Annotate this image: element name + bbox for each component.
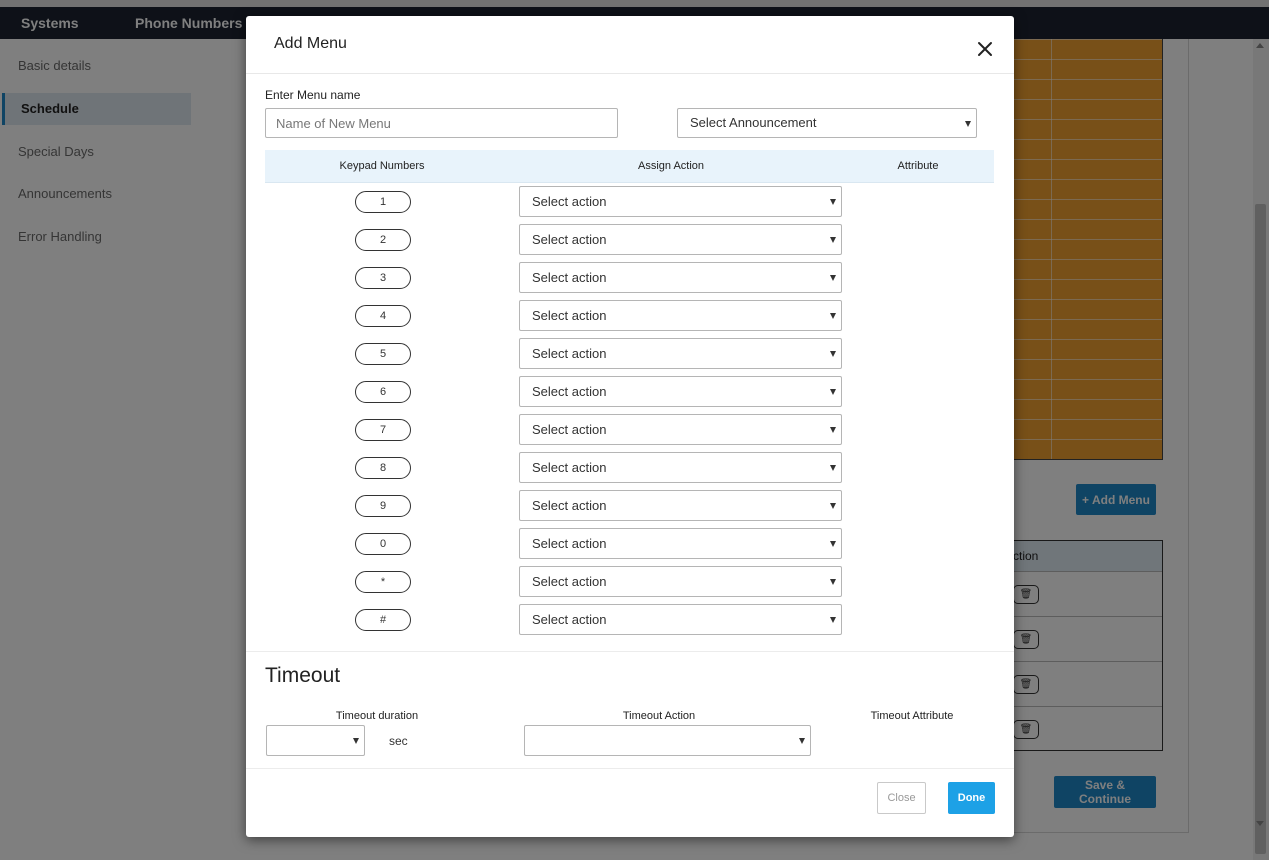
divider (246, 768, 1014, 769)
chevron-down-icon (830, 617, 836, 623)
action-select-value: Select action (532, 384, 607, 399)
modal-header: Add Menu (246, 16, 1014, 74)
menu-name-label: Enter Menu name (265, 88, 361, 102)
chevron-down-icon (830, 503, 836, 509)
header-attribute: Attribute (897, 160, 939, 172)
action-select[interactable]: Select action (519, 604, 842, 635)
timeout-title: Timeout (265, 664, 341, 687)
action-select-value: Select action (532, 498, 607, 513)
table-row: 8 Select action (246, 452, 1014, 490)
modal-title: Add Menu (274, 35, 347, 52)
table-row: 0 Select action (246, 528, 1014, 566)
keypad-key: 6 (355, 381, 411, 403)
chevron-down-icon (799, 738, 805, 744)
keypad-key: 5 (355, 343, 411, 365)
table-row: 1 Select action (246, 186, 1014, 224)
action-select-value: Select action (532, 574, 607, 589)
action-select[interactable]: Select action (519, 186, 842, 217)
keypad-table-header: Keypad Numbers Assign Action Attribute (265, 150, 994, 183)
chevron-down-icon (830, 275, 836, 281)
action-select[interactable]: Select action (519, 300, 842, 331)
action-select[interactable]: Select action (519, 414, 842, 445)
chevron-down-icon (830, 199, 836, 205)
chevron-down-icon (830, 541, 836, 547)
action-select-value: Select action (532, 612, 607, 627)
chevron-down-icon (830, 237, 836, 243)
action-select-value: Select action (532, 460, 607, 475)
timeout-unit-label: sec (389, 734, 408, 748)
action-select[interactable]: Select action (519, 376, 842, 407)
announcement-select[interactable]: Select Announcement (677, 108, 977, 138)
header-keypad-numbers: Keypad Numbers (339, 160, 425, 172)
action-select-value: Select action (532, 270, 607, 285)
action-select[interactable]: Select action (519, 490, 842, 521)
table-row: 4 Select action (246, 300, 1014, 338)
action-select[interactable]: Select action (519, 452, 842, 483)
timeout-duration-label: Timeout duration (335, 710, 419, 722)
table-row: # Select action (246, 604, 1014, 642)
keypad-key: 7 (355, 419, 411, 441)
add-menu-modal: Add Menu Enter Menu name Select Announce… (246, 16, 1014, 837)
menu-name-input[interactable] (265, 108, 618, 138)
action-select[interactable]: Select action (519, 528, 842, 559)
action-select[interactable]: Select action (519, 262, 842, 293)
header-assign-action: Assign Action (637, 160, 705, 172)
keypad-key: 8 (355, 457, 411, 479)
table-row: 2 Select action (246, 224, 1014, 262)
keypad-key: * (355, 571, 411, 593)
table-row: 6 Select action (246, 376, 1014, 414)
keypad-key: 4 (355, 305, 411, 327)
action-select-value: Select action (532, 194, 607, 209)
timeout-action-label: Timeout Action (622, 710, 696, 722)
chevron-down-icon (965, 121, 971, 127)
chevron-down-icon (830, 465, 836, 471)
action-select-value: Select action (532, 308, 607, 323)
chevron-down-icon (830, 351, 836, 357)
action-select-value: Select action (532, 232, 607, 247)
table-row: 9 Select action (246, 490, 1014, 528)
action-select-value: Select action (532, 536, 607, 551)
keypad-key: 2 (355, 229, 411, 251)
table-row: * Select action (246, 566, 1014, 604)
chevron-down-icon (353, 738, 359, 744)
table-row: 3 Select action (246, 262, 1014, 300)
keypad-key: # (355, 609, 411, 631)
close-icon[interactable] (974, 38, 996, 60)
done-button[interactable]: Done (948, 782, 995, 814)
announcement-select-value: Select Announcement (690, 115, 817, 130)
action-select[interactable]: Select action (519, 224, 842, 255)
keypad-key: 0 (355, 533, 411, 555)
action-select[interactable]: Select action (519, 338, 842, 369)
action-select[interactable]: Select action (519, 566, 842, 597)
action-select-value: Select action (532, 346, 607, 361)
chevron-down-icon (830, 389, 836, 395)
keypad-key: 3 (355, 267, 411, 289)
divider (246, 651, 1014, 652)
table-row: 5 Select action (246, 338, 1014, 376)
table-row: 7 Select action (246, 414, 1014, 452)
close-button[interactable]: Close (877, 782, 926, 814)
chevron-down-icon (830, 579, 836, 585)
chevron-down-icon (830, 427, 836, 433)
timeout-duration-select[interactable] (266, 725, 365, 756)
action-select-value: Select action (532, 422, 607, 437)
keypad-key: 1 (355, 191, 411, 213)
keypad-key: 9 (355, 495, 411, 517)
chevron-down-icon (830, 313, 836, 319)
timeout-attribute-label: Timeout Attribute (870, 710, 954, 722)
timeout-action-select[interactable] (524, 725, 811, 756)
